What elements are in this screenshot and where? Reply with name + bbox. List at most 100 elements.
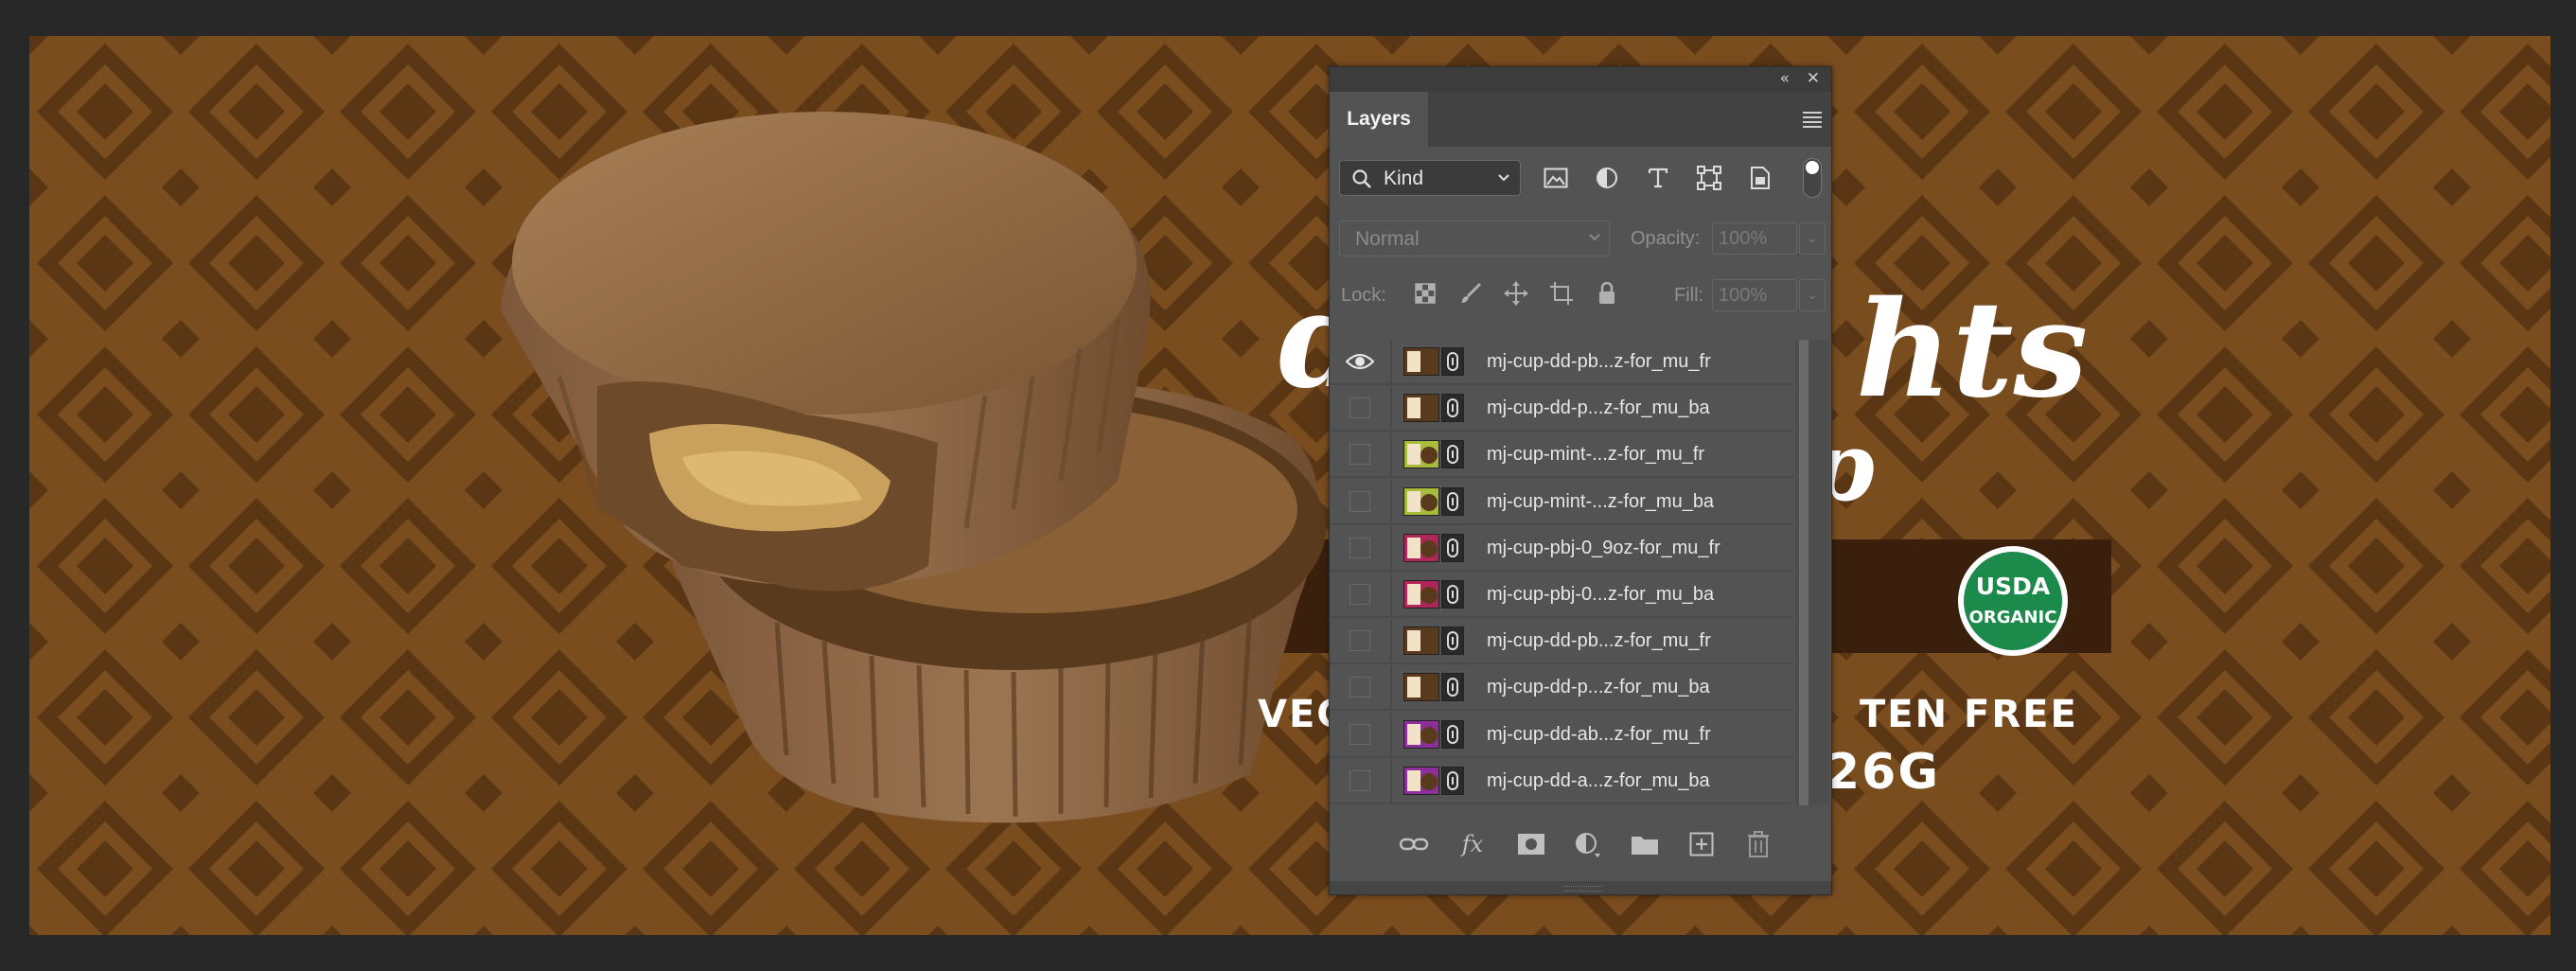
adjustment-layer-icon[interactable] [1572,830,1604,858]
smart-object-link-icon [1441,719,1464,749]
shape-filter-icon[interactable] [1693,164,1725,192]
layer-name: mj-cup-mint-...z-for_mu_fr [1487,444,1705,466]
group-folder-icon[interactable] [1629,830,1661,858]
layer-name: mj-cup-pbj-0...z-for_mu_ba [1487,584,1715,605]
usda-organic-badge: USDA ORGANIC [1958,546,2068,656]
adjustment-filter-icon[interactable] [1591,164,1623,192]
visibility-checkbox[interactable] [1330,433,1392,477]
image-filter-icon[interactable] [1540,164,1572,192]
opacity-label: Opacity: [1631,228,1701,249]
lock-artboard-icon[interactable] [1547,279,1576,308]
claims-text-right: TEN FREE [1860,693,2078,736]
blend-row: Normal Opacity: 100% ⌄ [1330,211,1831,268]
lock-row: Lock: Fill: 100% ⌄ [1330,268,1831,327]
fill-slider-toggle[interactable]: ⌄ [1799,279,1826,311]
panel-resize-grip[interactable] [1330,881,1831,894]
chevron-down-icon [1498,174,1509,182]
smart-object-link-icon [1441,394,1464,423]
layer-name: mj-cup-dd-ab...z-for_mu_fr [1487,723,1711,745]
layer-thumbnail [1403,394,1439,423]
svg-text:USDA: USDA [1976,573,2051,600]
visibility-checkbox[interactable] [1330,386,1392,431]
layer-name: mj-cup-dd-pb...z-for_mu_fr [1487,630,1711,652]
layer-name: mj-cup-dd-pb...z-for_mu_fr [1487,351,1711,372]
collapse-icon[interactable]: « [1780,69,1790,88]
layer-thumbnail [1403,580,1439,609]
link-layers-icon[interactable] [1398,830,1430,858]
lock-transparent-icon[interactable] [1411,279,1439,308]
search-icon [1352,169,1371,188]
layer-row[interactable]: mj-cup-mint-...z-for_mu_fr [1330,433,1793,479]
layer-row[interactable]: mj-cup-pbj-0...z-for_mu_ba [1330,573,1793,618]
panel-tab-bar: Layers [1330,92,1831,147]
visibility-checkbox[interactable] [1330,758,1392,803]
visibility-checkbox[interactable] [1330,525,1392,570]
layers-panel: « ✕ Layers Kind Normal Opacity: 100% ⌄ L… [1329,66,1832,895]
visibility-checkbox[interactable] [1330,665,1392,710]
kind-filter-select[interactable]: Kind [1339,160,1521,196]
smart-object-link-icon [1441,627,1464,656]
weight-text: 26G [1826,744,1940,801]
layer-thumbnail [1403,347,1439,376]
artwork: d hts p VEG TEN FREE 26G USDA ORGANIC [29,36,2550,935]
new-layer-icon[interactable] [1685,830,1718,858]
layer-row[interactable]: mj-cup-dd-p...z-for_mu_ba [1330,386,1793,433]
layer-row[interactable]: mj-cup-pbj-0_9oz-for_mu_fr [1330,525,1793,572]
smart-object-filter-icon[interactable] [1744,164,1776,192]
type-filter-icon[interactable] [1642,164,1674,192]
fill-input[interactable]: 100% [1712,279,1797,311]
layer-row[interactable]: mj-cup-dd-ab...z-for_mu_fr [1330,712,1793,758]
layer-mask-icon[interactable] [1515,830,1547,858]
chevron-down-icon [1589,234,1600,241]
layer-name: mj-cup-mint-...z-for_mu_ba [1487,490,1715,512]
layer-thumbnail [1403,719,1439,749]
kind-filter-label: Kind [1384,168,1424,189]
document-canvas[interactable]: d hts p VEG TEN FREE 26G USDA ORGANIC [29,36,2550,935]
smart-object-link-icon [1441,347,1464,376]
layers-scrollbar[interactable] [1795,340,1829,805]
smart-object-link-icon [1441,440,1464,469]
lock-position-icon[interactable] [1502,279,1530,308]
smart-object-link-icon [1441,673,1464,702]
filter-row: Kind [1330,147,1831,211]
fill-label: Fill: [1674,285,1704,306]
smart-object-link-icon [1441,486,1464,516]
brand-text-right: hts [1856,273,2088,428]
visibility-checkbox[interactable] [1330,712,1392,756]
lock-label: Lock: [1341,285,1386,306]
layer-row[interactable]: mj-cup-dd-pb...z-for_mu_fr [1330,340,1793,385]
layer-row[interactable]: mj-cup-mint-...z-for_mu_ba [1330,479,1793,525]
blend-mode-select[interactable]: Normal [1339,221,1610,256]
lock-brush-icon[interactable] [1456,279,1485,308]
layer-row[interactable]: mj-cup-dd-a...z-for_mu_ba [1330,758,1793,804]
opacity-slider-toggle[interactable]: ⌄ [1799,222,1826,255]
layer-row[interactable]: mj-cup-dd-p...z-for_mu_ba [1330,665,1793,712]
svg-text:ORGANIC: ORGANIC [1969,608,2057,627]
layer-thumbnail [1403,627,1439,656]
tab-layers[interactable]: Layers [1330,92,1428,147]
panel-menu-icon[interactable] [1803,109,1822,128]
blend-mode-value: Normal [1355,228,1420,250]
lock-all-icon[interactable] [1593,279,1621,308]
visibility-checkbox[interactable] [1330,619,1392,663]
eye-visibility-icon[interactable] [1330,340,1392,383]
panel-bottom-toolbar: fx [1330,815,1831,872]
opacity-input[interactable]: 100% [1712,222,1797,255]
visibility-checkbox[interactable] [1330,573,1392,616]
layer-row[interactable]: mj-cup-dd-pb...z-for_mu_fr [1330,619,1793,665]
close-icon[interactable]: ✕ [1807,69,1820,88]
layer-name: mj-cup-dd-p...z-for_mu_ba [1487,677,1710,698]
smart-object-link-icon [1441,533,1464,562]
layer-thumbnail [1403,486,1439,516]
layer-thumbnail [1403,440,1439,469]
layer-name: mj-cup-pbj-0_9oz-for_mu_fr [1487,537,1720,558]
layers-list: mj-cup-dd-pb...z-for_mu_fr mj-cup-dd-p...… [1330,340,1793,805]
smart-object-link-icon [1441,766,1464,795]
layer-thumbnail [1403,533,1439,562]
trash-icon[interactable] [1742,830,1774,858]
layer-thumbnail [1403,766,1439,795]
fx-icon[interactable]: fx [1456,830,1489,858]
filter-toggle-switch[interactable] [1803,158,1822,198]
layer-name: mj-cup-dd-p...z-for_mu_ba [1487,397,1710,419]
visibility-checkbox[interactable] [1330,479,1392,523]
